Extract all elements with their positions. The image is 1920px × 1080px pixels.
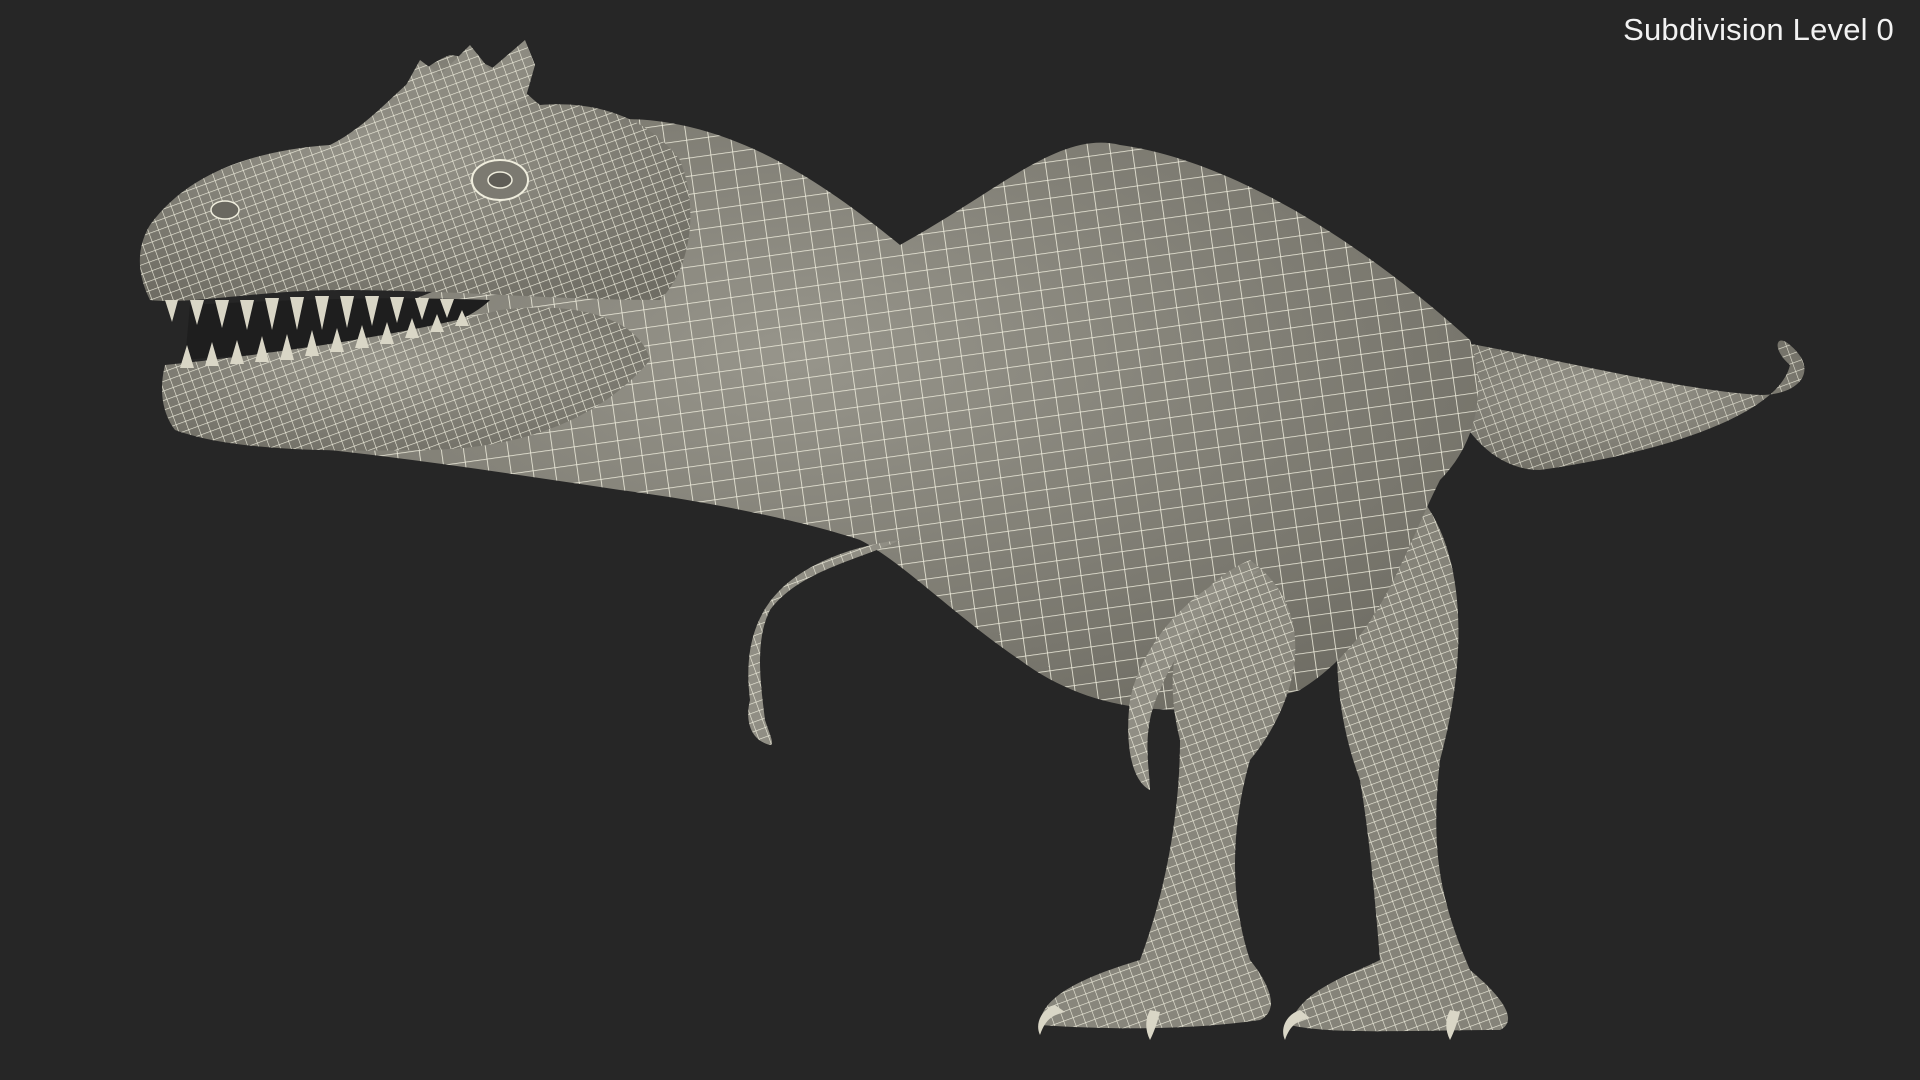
left-arm-mesh [748, 540, 900, 745]
render-viewport[interactable]: Subdivision Level 0 [0, 0, 1920, 1080]
nostril [210, 200, 240, 220]
dinosaur-wireframe-model [139, 40, 1805, 1040]
